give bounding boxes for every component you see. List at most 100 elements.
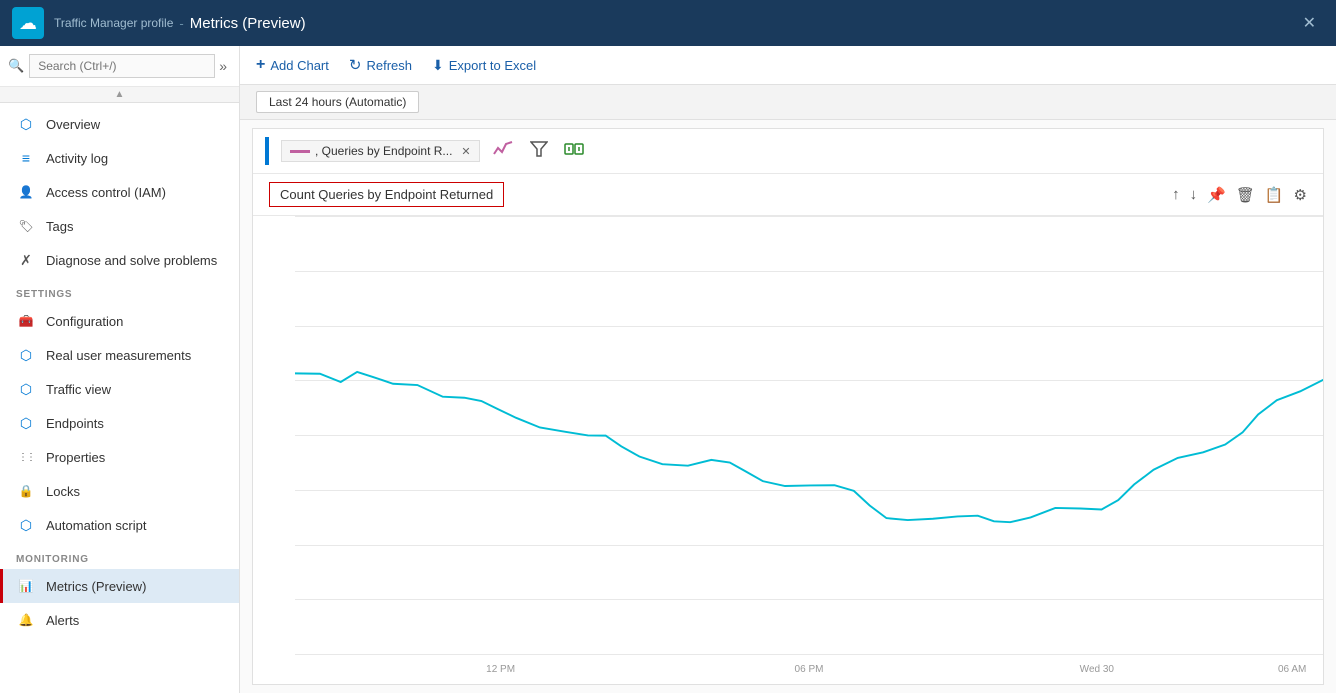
export-icon: ⬇ <box>432 57 444 74</box>
properties-icon: ⋮⋮ <box>16 447 36 467</box>
chart-tabs-bar: , Queries by Endpoint R... ✕ <box>253 129 1323 174</box>
logo-icon: ☁ <box>19 13 37 34</box>
time-filter-button[interactable]: Last 24 hours (Automatic) <box>256 91 419 113</box>
sidebar-item-automation-script-label: Automation script <box>46 518 146 533</box>
x-label-wed30: Wed 30 <box>1080 664 1114 675</box>
search-icon: 🔍 <box>8 58 24 74</box>
chart-header: Count Queries by Endpoint Returned ↑ ↓ 📌… <box>253 174 1323 216</box>
sidebar-item-metrics-preview-label: Metrics (Preview) <box>46 579 146 594</box>
sidebar-item-endpoints[interactable]: ⬡ Endpoints <box>0 406 239 440</box>
main-content: + Add Chart ↻ Refresh ⬇ Export to Excel … <box>240 46 1336 693</box>
app-layout: 🔍 » ▲ ⬡ Overview ≡ Activity log 👤 Access… <box>0 46 1336 693</box>
traffic-view-icon: ⬡ <box>16 379 36 399</box>
tab-indicator <box>265 137 269 165</box>
topbar-title: Metrics (Preview) <box>190 15 306 32</box>
sidebar-item-locks-label: Locks <box>46 484 80 499</box>
metrics-preview-icon: 📊 <box>16 576 36 596</box>
sidebar-item-traffic-view[interactable]: ⬡ Traffic view <box>0 372 239 406</box>
sidebar-item-activity-log[interactable]: ≡ Activity log <box>0 141 239 175</box>
sidebar-scroll-up[interactable]: ▲ <box>0 87 239 103</box>
sidebar-search-bar: 🔍 » <box>0 46 239 87</box>
sidebar-item-access-control[interactable]: 👤 Access control (IAM) <box>0 175 239 209</box>
time-filter-label: Last 24 hours (Automatic) <box>269 95 406 109</box>
sidebar-item-traffic-view-label: Traffic view <box>46 382 111 397</box>
sidebar-item-configuration-label: Configuration <box>46 314 123 329</box>
add-chart-icon: + <box>256 56 265 74</box>
sidebar-nav: ⬡ Overview ≡ Activity log 👤 Access contr… <box>0 103 239 693</box>
sidebar-item-configuration[interactable]: 🧰 Configuration <box>0 304 239 338</box>
sidebar-item-endpoints-label: Endpoints <box>46 416 104 431</box>
x-label-6am: 06 AM <box>1278 664 1306 675</box>
endpoints-icon: ⬡ <box>16 413 36 433</box>
chart-tab-close[interactable]: ✕ <box>461 145 470 158</box>
x-label-6pm: 06 PM <box>795 664 824 675</box>
search-input[interactable] <box>29 54 215 78</box>
chart-panel: , Queries by Endpoint R... ✕ <box>252 128 1324 685</box>
topbar-subtitle: Traffic Manager profile <box>54 16 173 30</box>
chart-split-icon[interactable] <box>560 138 588 165</box>
access-control-icon: 👤 <box>16 182 36 202</box>
sidebar-section-settings: SETTINGS <box>0 277 239 304</box>
sidebar-item-overview[interactable]: ⬡ Overview <box>0 107 239 141</box>
refresh-label: Refresh <box>366 58 412 73</box>
sidebar-section-monitoring: MONITORING <box>0 542 239 569</box>
scroll-up-icon: ▲ <box>115 89 125 100</box>
sidebar-item-automation-script[interactable]: ⬡ Automation script <box>0 508 239 542</box>
sidebar-item-access-control-label: Access control (IAM) <box>46 185 166 200</box>
settings-button[interactable]: ⚙ <box>1294 186 1307 204</box>
copy-button[interactable]: 📋 <box>1265 186 1284 204</box>
export-button[interactable]: ⬇ Export to Excel <box>432 57 536 74</box>
sidebar-item-tags[interactable]: 🏷 Tags <box>0 209 239 243</box>
sidebar-item-overview-label: Overview <box>46 117 100 132</box>
delete-button[interactable]: 🗑 <box>1236 186 1255 204</box>
sort-asc-button[interactable]: ↑ <box>1172 186 1180 203</box>
configuration-icon: 🧰 <box>16 311 36 331</box>
sidebar-item-properties[interactable]: ⋮⋮ Properties <box>0 440 239 474</box>
refresh-icon: ↻ <box>349 56 362 74</box>
sidebar-item-diagnose[interactable]: ✗ Diagnose and solve problems <box>0 243 239 277</box>
tab-color-indicator <box>290 150 310 153</box>
sidebar: 🔍 » ▲ ⬡ Overview ≡ Activity log 👤 Access… <box>0 46 240 693</box>
topbar-separator: - <box>179 16 183 31</box>
x-axis: 12 PM 06 PM Wed 30 06 AM <box>295 654 1323 684</box>
export-label: Export to Excel <box>449 58 536 73</box>
sidebar-item-alerts-label: Alerts <box>46 613 79 628</box>
add-chart-label: Add Chart <box>270 58 329 73</box>
locks-icon: 🔒 <box>16 481 36 501</box>
y-axis <box>253 216 295 654</box>
alerts-icon: 🔔 <box>16 610 36 630</box>
sidebar-item-locks[interactable]: 🔒 Locks <box>0 474 239 508</box>
topbar-close-button[interactable]: ✕ <box>1295 9 1324 37</box>
sidebar-item-real-user-measurements[interactable]: ⬡ Real user measurements <box>0 338 239 372</box>
sort-desc-button[interactable]: ↓ <box>1190 186 1198 203</box>
sidebar-item-alerts[interactable]: 🔔 Alerts <box>0 603 239 637</box>
activity-log-icon: ≡ <box>16 148 36 168</box>
sidebar-item-tags-label: Tags <box>46 219 73 234</box>
sidebar-collapse-button[interactable]: » <box>215 56 231 76</box>
sidebar-item-metrics-preview[interactable]: 📊 Metrics (Preview) <box>0 569 239 603</box>
topbar: ☁ Traffic Manager profile - Metrics (Pre… <box>0 0 1336 46</box>
chart-tab-label: , Queries by Endpoint R... <box>315 144 452 158</box>
app-logo: ☁ <box>12 7 44 39</box>
automation-script-icon: ⬡ <box>16 515 36 535</box>
toolbar: + Add Chart ↻ Refresh ⬇ Export to Excel <box>240 46 1336 85</box>
sidebar-item-activity-log-label: Activity log <box>46 151 108 166</box>
sidebar-item-properties-label: Properties <box>46 450 105 465</box>
time-filter-bar: Last 24 hours (Automatic) <box>240 85 1336 120</box>
real-user-measurements-icon: ⬡ <box>16 345 36 365</box>
overview-icon: ⬡ <box>16 114 36 134</box>
diagnose-icon: ✗ <box>16 250 36 270</box>
refresh-button[interactable]: ↻ Refresh <box>349 56 412 74</box>
chart-svg <box>295 216 1323 666</box>
x-label-12pm: 12 PM <box>486 664 515 675</box>
sidebar-item-diagnose-label: Diagnose and solve problems <box>46 253 217 268</box>
tags-icon: 🏷 <box>16 216 36 236</box>
chart-line-icon[interactable] <box>488 138 518 165</box>
chart-actions: ↑ ↓ 📌 🗑 📋 ⚙ <box>1172 186 1307 204</box>
pin-button[interactable]: 📌 <box>1207 186 1226 204</box>
chart-title: Count Queries by Endpoint Returned <box>269 182 504 207</box>
add-chart-button[interactable]: + Add Chart <box>256 56 329 74</box>
chart-body: 12 PM 06 PM Wed 30 06 AM <box>253 216 1323 684</box>
chart-tab-queries[interactable]: , Queries by Endpoint R... ✕ <box>281 140 480 162</box>
chart-filter-icon[interactable] <box>526 138 552 165</box>
